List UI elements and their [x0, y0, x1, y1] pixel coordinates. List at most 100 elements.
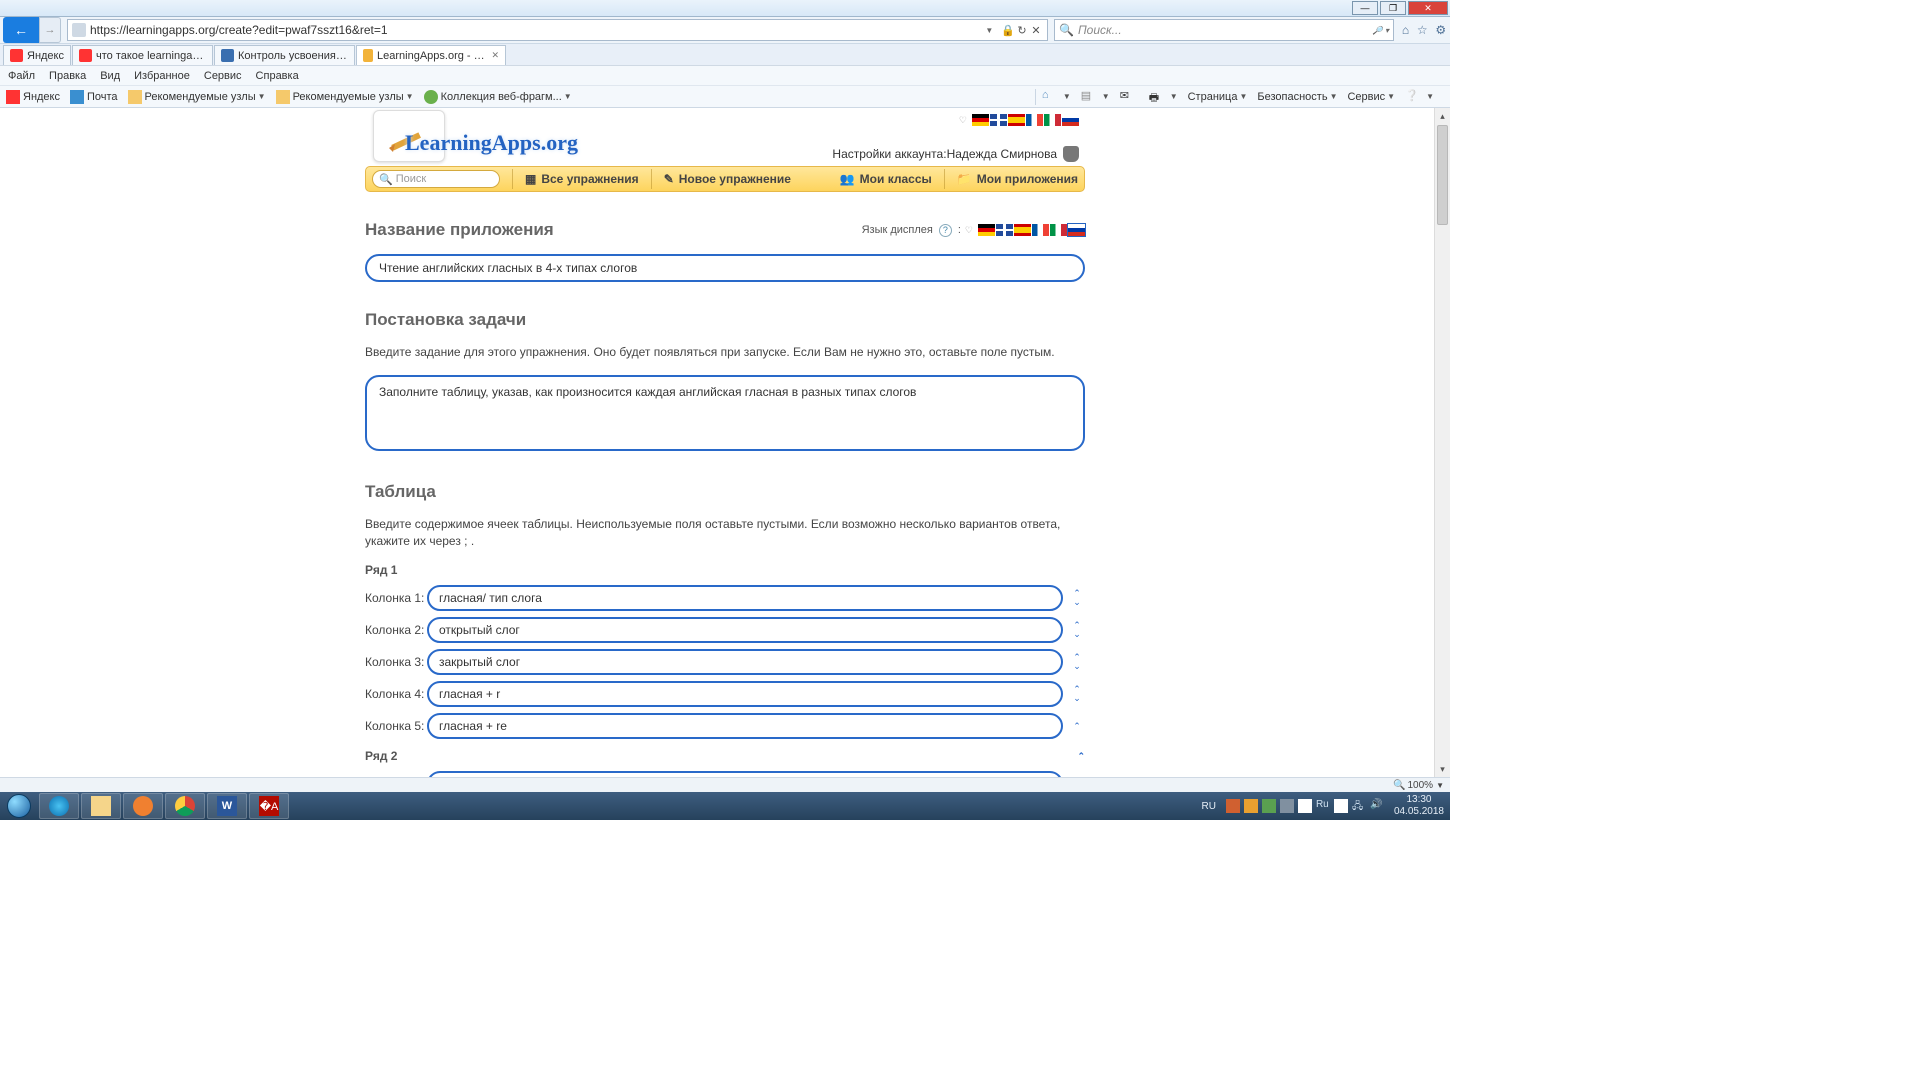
task-word[interactable]: W [207, 793, 247, 819]
cmd-help[interactable]: ❔▼ [1405, 89, 1434, 105]
col-input[interactable] [427, 617, 1063, 643]
back-button[interactable]: ← [3, 17, 39, 43]
chevron-down-icon[interactable]: ⌄ [1073, 598, 1081, 607]
tab-yandex-search[interactable]: что такое learningapps — Янд... [72, 45, 213, 65]
volume-icon[interactable]: 🔊 [1370, 799, 1384, 813]
browser-search-bar[interactable]: 🔍 Поиск... 🔎 ▾ [1054, 19, 1394, 41]
menu-favorites[interactable]: Избранное [134, 70, 190, 82]
cmd-home[interactable]: ⌂▼ [1042, 89, 1071, 105]
flag-en[interactable] [996, 224, 1013, 236]
app-title-input[interactable] [365, 254, 1085, 282]
chevron-down-icon[interactable]: ⌄ [1073, 630, 1081, 639]
scroll-up-icon[interactable]: ▴ [1435, 108, 1450, 124]
tab-yandex[interactable]: Яндекс [3, 45, 71, 65]
scroll-down-icon[interactable]: ▾ [1435, 761, 1450, 777]
tray-icon[interactable] [1226, 799, 1240, 813]
network-icon[interactable]: 🖧 [1352, 799, 1366, 813]
url-dropdown-icon[interactable]: ▼ [985, 26, 993, 35]
start-button[interactable] [0, 792, 38, 820]
heart-icon[interactable]: ♡ [959, 115, 967, 126]
minimize-button[interactable]: — [1352, 1, 1378, 15]
menu-service[interactable]: Сервис [204, 70, 242, 82]
search-icon: 🔍 [1059, 23, 1074, 37]
tray-icon[interactable] [1262, 799, 1276, 813]
chevron-up-icon[interactable]: ⌃ [1077, 751, 1085, 762]
col-input[interactable] [427, 713, 1063, 739]
help-icon[interactable]: ? [939, 224, 952, 237]
cmd-service[interactable]: Сервис▼ [1347, 91, 1395, 103]
col-input[interactable] [427, 649, 1063, 675]
task-textarea[interactable] [365, 375, 1085, 451]
flag-es[interactable] [1008, 114, 1025, 126]
menu-view[interactable]: Вид [100, 70, 120, 82]
col-input[interactable] [427, 585, 1063, 611]
tab-learningapps[interactable]: LearningApps.org - создан...✕ [356, 45, 506, 65]
col-input[interactable] [427, 681, 1063, 707]
nav-new-exercise[interactable]: ✎Новое упражнение [664, 172, 791, 186]
stop-icon[interactable]: ✕ [1031, 24, 1040, 37]
task-ie[interactable] [39, 793, 79, 819]
nav-my-classes[interactable]: 👥Мои классы [840, 172, 932, 186]
tab-control[interactable]: Контроль усвоения правил ч... [214, 45, 355, 65]
task-acrobat[interactable]: �⁠A [249, 793, 289, 819]
fav-webfragments[interactable]: Коллекция веб-фрагм...▼ [424, 90, 572, 104]
heart-icon[interactable]: ♡ [965, 225, 973, 236]
cmd-page[interactable]: Страница▼ [1188, 91, 1248, 103]
close-button[interactable]: ✕ [1408, 1, 1448, 15]
cmd-security[interactable]: Безопасность▼ [1257, 91, 1337, 103]
flag-fr[interactable] [1026, 114, 1043, 126]
tray-icon[interactable] [1298, 799, 1312, 813]
menu-file[interactable]: Файл [8, 70, 35, 82]
flag-es[interactable] [1014, 224, 1031, 236]
task-chrome[interactable] [165, 793, 205, 819]
site-search-input[interactable]: 🔍Поиск [372, 170, 500, 188]
task-media[interactable] [123, 793, 163, 819]
nav-my-apps[interactable]: 📁Мои приложения [957, 172, 1078, 186]
scroll-thumb[interactable] [1437, 125, 1448, 225]
row1-col2: Колонка 2: ⌃⌄ [365, 617, 1085, 643]
fav-yandex[interactable]: Яндекс [6, 90, 60, 104]
flag-de[interactable] [972, 114, 989, 126]
flag-ru[interactable] [1062, 114, 1079, 126]
tray-icon[interactable] [1244, 799, 1258, 813]
action-center-icon[interactable] [1334, 799, 1348, 813]
favorites-star-icon[interactable]: ☆ [1417, 23, 1428, 37]
clock[interactable]: 13:30 04.05.2018 [1394, 794, 1444, 818]
chevron-down-icon[interactable]: ⌄ [1073, 694, 1081, 703]
task-explorer[interactable] [81, 793, 121, 819]
account-link[interactable]: Настройки аккаунта: Надежда Смирнова [832, 146, 1079, 162]
flag-it[interactable] [1044, 114, 1061, 126]
flag-ru[interactable] [1068, 224, 1085, 236]
cmd-print[interactable]: 🖶▼ [1149, 89, 1178, 105]
nav-all-exercises[interactable]: ▦Все упражнения [525, 172, 639, 186]
maximize-button[interactable]: ❐ [1380, 1, 1406, 15]
zoom-control[interactable]: 🔍100% ▼ [1393, 780, 1444, 791]
chevron-down-icon[interactable]: ⌄ [1073, 662, 1081, 671]
cmd-mail[interactable]: ✉ [1120, 89, 1139, 105]
language-indicator[interactable]: RU [1201, 801, 1215, 812]
fav-rec1[interactable]: Рекомендуемые узлы▼ [128, 90, 266, 104]
tab-close-icon[interactable]: ✕ [491, 50, 499, 61]
address-bar[interactable]: https://learningapps.org/create?edit=pwa… [67, 19, 1048, 41]
home-icon[interactable]: ⌂ [1402, 23, 1409, 37]
search-go-icon[interactable]: 🔎 ▾ [1373, 26, 1389, 35]
flag-fr[interactable] [1032, 224, 1049, 236]
chevron-up-icon[interactable]: ⌃ [1073, 722, 1081, 731]
menu-help[interactable]: Справка [256, 70, 299, 82]
menu-edit[interactable]: Правка [49, 70, 86, 82]
tools-gear-icon[interactable]: ⚙ [1435, 23, 1446, 37]
fav-rec2[interactable]: Рекомендуемые узлы▼ [276, 90, 414, 104]
heading-task: Постановка задачи [365, 310, 1085, 330]
site-logo-text[interactable]: LearningApps.org [405, 130, 578, 156]
chrome-icon [175, 796, 195, 816]
forward-button[interactable]: → [39, 17, 61, 43]
vertical-scrollbar[interactable]: ▴ ▾ [1434, 108, 1450, 777]
flag-en[interactable] [990, 114, 1007, 126]
fav-mail[interactable]: Почта [70, 90, 118, 104]
tray-icon[interactable] [1280, 799, 1294, 813]
tray-lang-icon[interactable]: Ru [1316, 799, 1330, 813]
flag-de[interactable] [978, 224, 995, 236]
refresh-icon[interactable]: ↻ [1017, 24, 1026, 37]
flag-it[interactable] [1050, 224, 1067, 236]
cmd-feeds[interactable]: ▤▼ [1081, 89, 1110, 105]
